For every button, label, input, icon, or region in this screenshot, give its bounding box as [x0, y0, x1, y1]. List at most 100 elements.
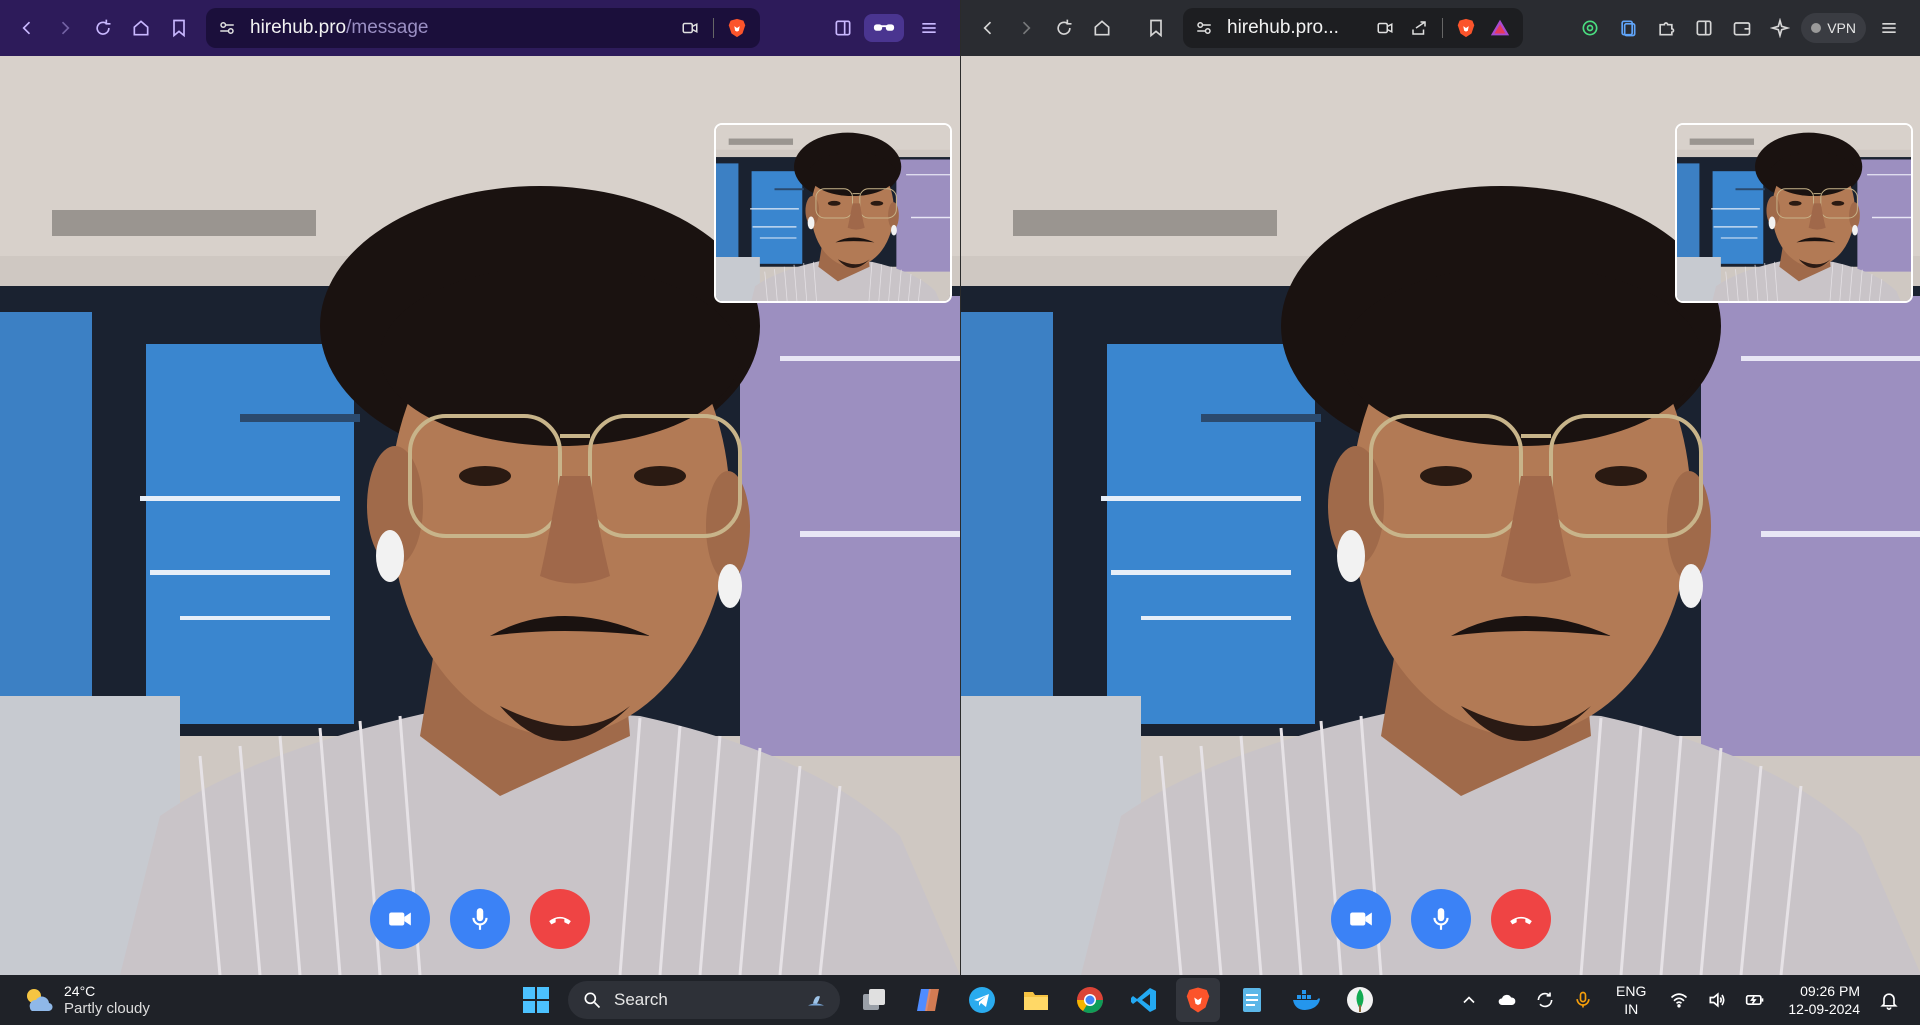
- bookmark-button[interactable]: [162, 11, 196, 45]
- camera-toggle-button[interactable]: [1331, 889, 1391, 949]
- site-settings-icon[interactable]: [1195, 19, 1213, 37]
- home-button[interactable]: [124, 11, 158, 45]
- home-icon: [133, 20, 149, 36]
- vscode-button[interactable]: [1122, 978, 1166, 1022]
- brave-rewards-icon[interactable]: [1489, 17, 1511, 39]
- url-text[interactable]: hirehub.pro/message: [250, 17, 667, 39]
- onedrive-button[interactable]: [1491, 984, 1523, 1016]
- microphone-indicator-icon: [1576, 991, 1590, 1008]
- copilot-button[interactable]: [906, 978, 950, 1022]
- camera-permission-button[interactable]: [1374, 17, 1396, 39]
- back-button[interactable]: [971, 11, 1005, 45]
- volume-button[interactable]: [1701, 984, 1733, 1016]
- taskbar-search[interactable]: Search: [568, 981, 840, 1019]
- brave-taskbar-button[interactable]: [1176, 978, 1220, 1022]
- url-text[interactable]: hirehub.pro...: [1227, 17, 1362, 39]
- sidebar-icon: [1696, 20, 1712, 36]
- mic-toggle-button[interactable]: [1411, 889, 1471, 949]
- clock[interactable]: 09:26 PM 12-09-2024: [1788, 982, 1860, 1018]
- notepad-button[interactable]: [1230, 978, 1274, 1022]
- bookmark-button[interactable]: [1139, 11, 1173, 45]
- copilot-icon: [917, 989, 939, 1011]
- mic-toggle-button[interactable]: [450, 889, 510, 949]
- taskbar-pinned-apps: Search: [514, 975, 1392, 1025]
- docker-button[interactable]: [1284, 978, 1328, 1022]
- file-explorer-button[interactable]: [1014, 978, 1058, 1022]
- input-language-indicator[interactable]: ENG IN: [1616, 982, 1646, 1018]
- weather-widget[interactable]: 24°C Partly cloudy: [0, 982, 240, 1018]
- private-window-indicator[interactable]: [864, 14, 904, 42]
- vpn-button[interactable]: VPN: [1801, 13, 1866, 43]
- mongodb-leaf-icon: [1347, 987, 1373, 1013]
- self-video-feed: [716, 125, 950, 301]
- forward-button[interactable]: [1009, 11, 1043, 45]
- wifi-button[interactable]: [1663, 984, 1695, 1016]
- self-view-video[interactable]: [1675, 123, 1913, 303]
- url-path: /message: [346, 17, 429, 38]
- end-call-button[interactable]: [530, 889, 590, 949]
- weather-condition: Partly cloudy: [64, 1000, 150, 1017]
- clock-time: 09:26 PM: [1800, 983, 1860, 999]
- hang-up-icon: [1510, 916, 1532, 925]
- remote-video: [961, 56, 1920, 975]
- telegram-button[interactable]: [960, 978, 1004, 1022]
- reload-icon: [96, 19, 111, 35]
- camera-permission-button[interactable]: [679, 17, 701, 39]
- end-call-button[interactable]: [1491, 889, 1551, 949]
- docker-icon: [1293, 990, 1320, 1010]
- brave-shields-icon[interactable]: [1455, 17, 1477, 39]
- search-icon: [584, 992, 601, 1009]
- menu-button[interactable]: [912, 11, 946, 45]
- menu-button[interactable]: [1872, 11, 1906, 45]
- extensions-button[interactable]: [1649, 11, 1683, 45]
- windows-logo-icon: [523, 987, 549, 1013]
- home-button[interactable]: [1085, 11, 1119, 45]
- back-button[interactable]: [10, 11, 44, 45]
- self-view-video[interactable]: [714, 123, 952, 303]
- leo-ai-button[interactable]: [1763, 11, 1797, 45]
- site-settings-icon[interactable]: [218, 19, 236, 37]
- hang-up-icon: [549, 916, 571, 925]
- address-bar[interactable]: hirehub.pro/message: [206, 8, 760, 48]
- show-hidden-icons-button[interactable]: [1453, 984, 1485, 1016]
- reload-button[interactable]: [1047, 11, 1081, 45]
- share-icon: [1412, 21, 1426, 35]
- reload-button[interactable]: [86, 11, 120, 45]
- notifications-button[interactable]: [1873, 984, 1905, 1016]
- vscode-icon: [1131, 988, 1156, 1012]
- video-camera-icon: [389, 912, 411, 926]
- sidebar-button[interactable]: [1687, 11, 1721, 45]
- wallet-icon: [1733, 22, 1751, 36]
- video-camera-icon: [1350, 912, 1372, 926]
- sidebar-icon: [835, 20, 851, 36]
- forward-button[interactable]: [48, 11, 82, 45]
- start-button[interactable]: [514, 978, 558, 1022]
- forward-icon: [61, 21, 70, 35]
- telegram-icon: [969, 987, 995, 1013]
- chrome-button[interactable]: [1068, 978, 1112, 1022]
- camera-toggle-button[interactable]: [370, 889, 430, 949]
- home-icon: [1094, 20, 1110, 36]
- reload-icon: [1057, 19, 1072, 35]
- wallet-button[interactable]: [1725, 11, 1759, 45]
- extension-button[interactable]: [1573, 11, 1607, 45]
- share-button[interactable]: [1408, 17, 1430, 39]
- sidebar-button[interactable]: [826, 11, 860, 45]
- divider: [713, 18, 714, 38]
- microphone-in-use-indicator[interactable]: [1567, 984, 1599, 1016]
- partly-cloudy-icon: [27, 989, 53, 1012]
- microphone-icon: [472, 908, 488, 930]
- sync-button[interactable]: [1529, 984, 1561, 1016]
- search-placeholder: Search: [614, 990, 668, 1009]
- battery-button[interactable]: [1739, 984, 1771, 1016]
- camera-permission-icon: [1377, 22, 1393, 34]
- mongodb-compass-button[interactable]: [1338, 978, 1382, 1022]
- task-view-button[interactable]: [852, 978, 896, 1022]
- folder-icon: [1024, 992, 1048, 1010]
- tab-manager-button[interactable]: [1611, 11, 1645, 45]
- brave-shields-icon[interactable]: [726, 17, 748, 39]
- forward-icon: [1022, 21, 1031, 35]
- sync-icon: [1537, 992, 1553, 1008]
- puzzle-icon: [1659, 22, 1675, 36]
- address-bar[interactable]: hirehub.pro...: [1183, 8, 1523, 48]
